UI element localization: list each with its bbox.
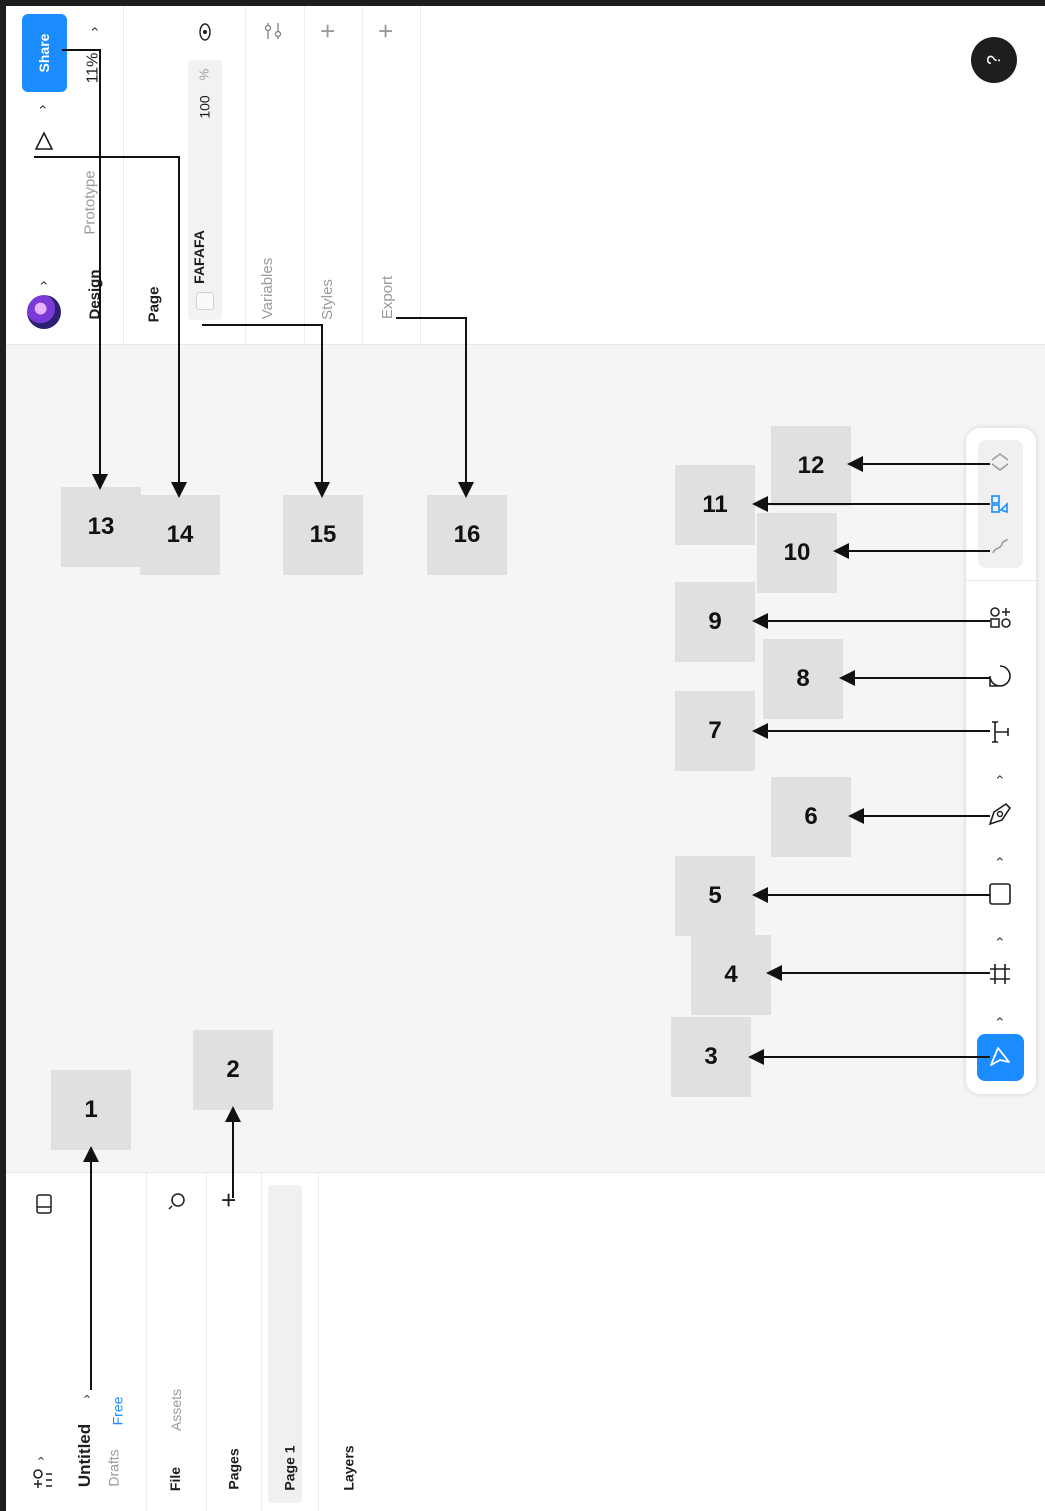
callout-8: 8 bbox=[763, 639, 843, 719]
divider bbox=[206, 1173, 207, 1511]
search-icon[interactable] bbox=[166, 1190, 188, 1212]
main-menu-icon[interactable] bbox=[30, 1466, 56, 1492]
toolbar-divider bbox=[966, 580, 1036, 581]
layers-panel bbox=[6, 1172, 1045, 1511]
divider bbox=[362, 6, 363, 345]
help-button[interactable]: ? bbox=[971, 37, 1017, 83]
variables-settings-icon[interactable] bbox=[262, 20, 284, 42]
tab-assets[interactable]: Assets bbox=[168, 1389, 184, 1431]
chevron-right-icon[interactable]: › bbox=[34, 281, 50, 286]
divider bbox=[304, 6, 305, 345]
file-title[interactable]: Untitled bbox=[75, 1424, 94, 1487]
add-style-icon[interactable]: + bbox=[313, 23, 343, 38]
file-location[interactable]: Drafts bbox=[106, 1449, 122, 1486]
callout-14: 14 bbox=[140, 495, 220, 575]
actions-icon[interactable] bbox=[986, 604, 1014, 632]
callout-9: 9 bbox=[675, 582, 755, 662]
fill-hex-value[interactable]: FAFAFA bbox=[191, 230, 207, 284]
chevron-down-icon[interactable]: › bbox=[79, 1394, 94, 1398]
add-page-icon[interactable]: + bbox=[214, 1192, 244, 1207]
callout-6: 6 bbox=[771, 777, 851, 857]
pages-heading: Pages bbox=[225, 1448, 242, 1490]
callout-5: 5 bbox=[675, 856, 755, 936]
visibility-eye-icon[interactable] bbox=[195, 22, 215, 42]
layers-heading: Layers bbox=[340, 1445, 357, 1491]
canvas[interactable] bbox=[6, 345, 1045, 1172]
callout-13: 13 bbox=[61, 487, 141, 567]
page-list-item-label: Page 1 bbox=[281, 1445, 298, 1491]
draw-icon[interactable] bbox=[988, 534, 1012, 558]
chevron-right-icon[interactable]: › bbox=[33, 105, 49, 110]
tab-prototype[interactable]: Prototype bbox=[82, 170, 99, 234]
callout-2: 2 bbox=[193, 1030, 273, 1110]
callout-3: 3 bbox=[671, 1017, 751, 1097]
share-button-label: Share bbox=[36, 33, 52, 73]
dev-mode-icon[interactable] bbox=[988, 450, 1012, 474]
fill-swatch[interactable] bbox=[196, 292, 214, 310]
callout-7: 7 bbox=[675, 691, 755, 771]
callout-11: 11 bbox=[675, 465, 755, 545]
text-icon[interactable] bbox=[986, 718, 1014, 746]
chevron-right-icon[interactable]: › bbox=[33, 1456, 48, 1460]
callout-12: 12 bbox=[771, 426, 851, 506]
variables-section-label: Variables bbox=[259, 257, 277, 320]
callout-15: 15 bbox=[283, 495, 363, 575]
present-icon[interactable] bbox=[33, 130, 55, 152]
callout-4: 4 bbox=[691, 935, 771, 1015]
divider bbox=[420, 6, 421, 345]
move-icon bbox=[990, 1047, 1010, 1066]
design-mode-icon[interactable] bbox=[988, 492, 1012, 516]
page-section-heading: Page bbox=[145, 286, 163, 323]
chevron-icon[interactable]: › bbox=[990, 775, 1006, 780]
divider bbox=[123, 6, 124, 345]
zoom-level[interactable]: 11% bbox=[84, 53, 101, 84]
callout-16: 16 bbox=[427, 495, 507, 575]
divider bbox=[318, 1173, 319, 1511]
share-button[interactable]: Share bbox=[22, 14, 67, 92]
opacity-value[interactable]: 100 bbox=[197, 95, 213, 118]
add-export-icon[interactable]: + bbox=[371, 23, 401, 38]
divider bbox=[146, 1173, 147, 1511]
rectangle-icon[interactable] bbox=[986, 880, 1014, 908]
help-icon: ? bbox=[983, 54, 1004, 66]
callout-10: 10 bbox=[757, 513, 837, 593]
comment-icon[interactable] bbox=[986, 662, 1014, 690]
divider bbox=[261, 1173, 262, 1511]
chevron-right-icon[interactable]: › bbox=[85, 27, 101, 32]
divider bbox=[245, 6, 246, 345]
styles-section-label: Styles bbox=[318, 279, 336, 320]
plan-badge: Free bbox=[109, 1396, 126, 1426]
pen-icon[interactable] bbox=[986, 800, 1014, 828]
tab-file[interactable]: File bbox=[167, 1467, 183, 1491]
chevron-icon[interactable]: › bbox=[990, 937, 1006, 942]
export-section-label: Export bbox=[379, 275, 397, 320]
chevron-icon[interactable]: › bbox=[990, 857, 1006, 862]
tab-design[interactable]: Design bbox=[87, 269, 104, 319]
frame-icon[interactable] bbox=[986, 960, 1014, 988]
chevron-icon[interactable]: › bbox=[990, 1017, 1006, 1022]
opacity-unit: % bbox=[196, 68, 212, 81]
avatar[interactable] bbox=[27, 295, 61, 329]
sidebar-toggle-icon[interactable] bbox=[32, 1192, 56, 1216]
callout-1: 1 bbox=[51, 1070, 131, 1150]
